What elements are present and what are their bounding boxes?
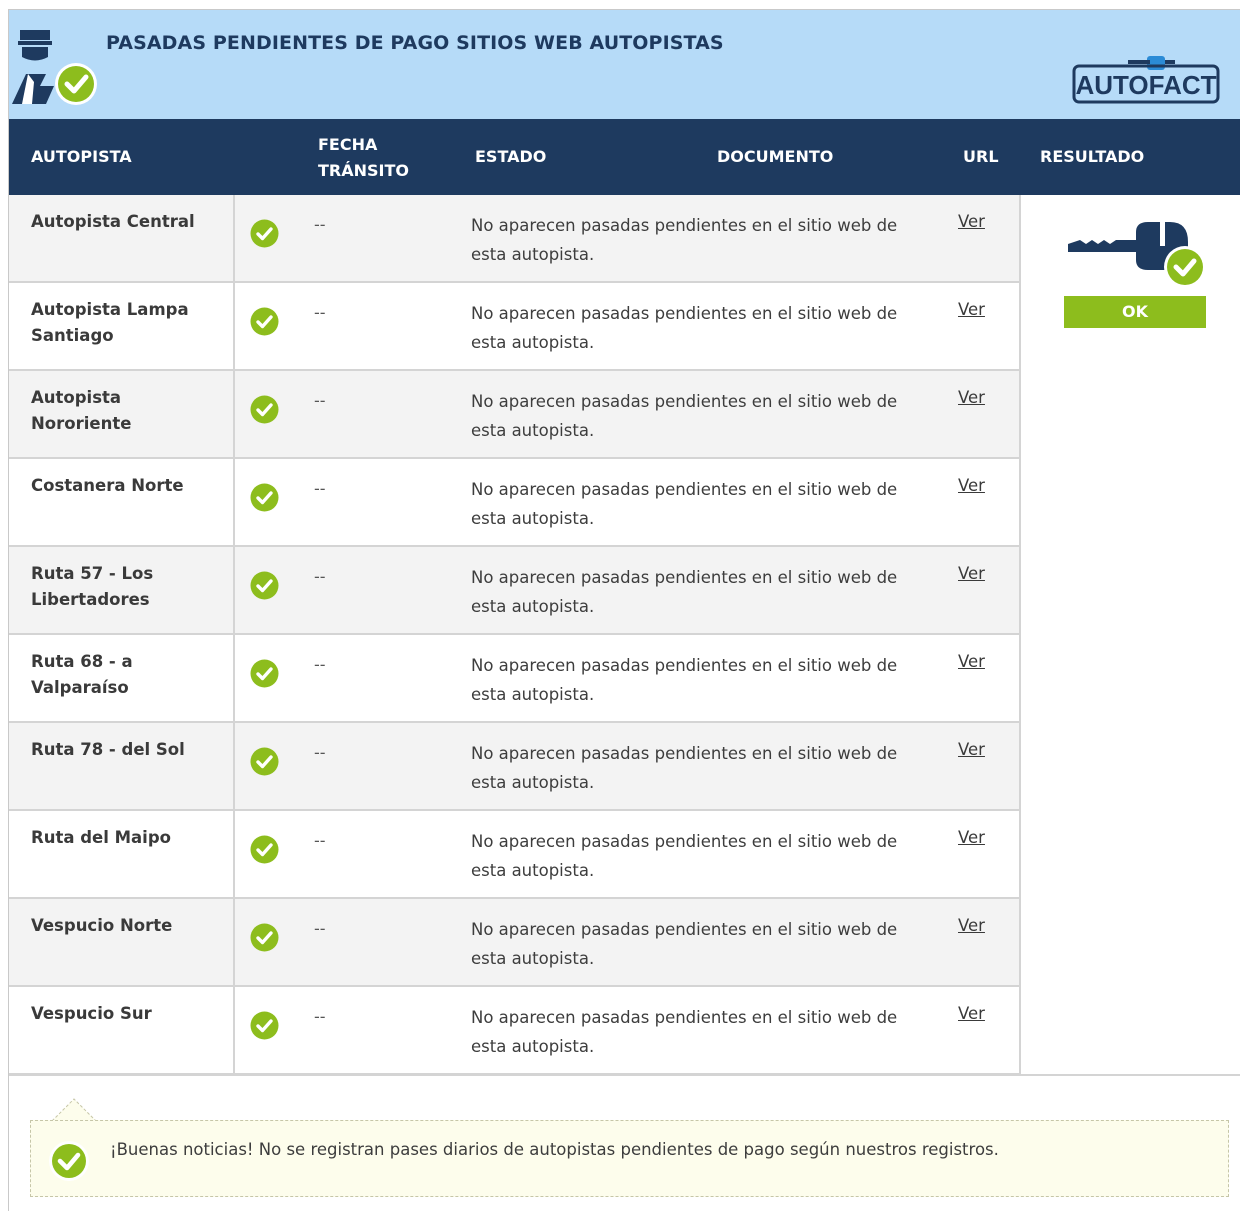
check-icon: [250, 1011, 279, 1040]
estado-text: No aparecen pasadas pendientes en el sit…: [471, 832, 898, 880]
check-icon: [250, 923, 279, 952]
check-icon: [49, 1141, 89, 1181]
fecha-transito: --: [314, 215, 326, 234]
check-icon: [250, 307, 279, 336]
autopista-name: Costanera Norte: [31, 476, 184, 495]
estado-text: No aparecen pasadas pendientes en el sit…: [471, 304, 898, 352]
ver-link[interactable]: Ver: [958, 212, 985, 231]
report-title: PASADAS PENDIENTES DE PAGO SITIOS WEB AU…: [106, 32, 724, 54]
estado-text: No aparecen pasadas pendientes en el sit…: [471, 392, 898, 440]
ver-link[interactable]: Ver: [958, 740, 985, 759]
column-documento: DOCUMENTO: [717, 147, 834, 166]
check-icon: [250, 395, 279, 424]
check-icon: [250, 219, 279, 248]
autopista-name: Autopista Lampa Santiago: [31, 300, 189, 345]
column-autopista: AUTOPISTA: [31, 147, 132, 166]
table-row: Vespucio Sur -- No aparecen pasadas pend…: [9, 987, 1020, 1075]
ver-link[interactable]: Ver: [958, 300, 985, 319]
autopista-name: Autopista Central: [31, 212, 195, 231]
autofact-logo: AUTOFACT: [1072, 56, 1220, 104]
ver-link[interactable]: Ver: [958, 916, 985, 935]
fecha-transito: --: [314, 1007, 326, 1026]
table-row: Autopista Central -- No aparecen pasadas…: [9, 195, 1020, 283]
table-row: Autopista Lampa Santiago -- No aparecen …: [9, 283, 1020, 371]
table-row: Vespucio Norte -- No aparecen pasadas pe…: [9, 899, 1020, 987]
report-header: PASADAS PENDIENTES DE PAGO SITIOS WEB AU…: [9, 10, 1240, 119]
table-row: Ruta 78 - del Sol -- No aparecen pasadas…: [9, 723, 1020, 811]
table-row: Ruta del Maipo -- No aparecen pasadas pe…: [9, 811, 1020, 899]
fecha-transito: --: [314, 831, 326, 850]
column-estado: ESTADO: [475, 147, 547, 166]
fecha-transito: --: [314, 655, 326, 674]
fecha-transito: --: [314, 479, 326, 498]
svg-text:AUTOFACT: AUTOFACT: [1075, 70, 1216, 100]
autopista-name: Ruta 68 - a Valparaíso: [31, 652, 133, 697]
fecha-transito: --: [314, 567, 326, 586]
ver-link[interactable]: Ver: [958, 564, 985, 583]
table-row: Ruta 57 - Los Libertadores -- No aparece…: [9, 547, 1020, 635]
table-row: Costanera Norte -- No aparecen pasadas p…: [9, 459, 1020, 547]
table-bottom-border: [9, 1074, 1240, 1076]
ver-link[interactable]: Ver: [958, 652, 985, 671]
estado-text: No aparecen pasadas pendientes en el sit…: [471, 744, 898, 792]
estado-text: No aparecen pasadas pendientes en el sit…: [471, 216, 898, 264]
fecha-transito: --: [314, 391, 326, 410]
autopista-name: Vespucio Sur: [31, 1004, 152, 1023]
autopista-name: Ruta 78 - del Sol: [31, 740, 185, 759]
check-icon: [250, 747, 279, 776]
autopista-name: Ruta 57 - Los Libertadores: [31, 564, 154, 609]
key-check-icon: [1068, 222, 1206, 288]
fecha-transito: --: [314, 303, 326, 322]
table-body: Autopista Central -- No aparecen pasadas…: [9, 195, 1020, 1075]
check-icon: [250, 659, 279, 688]
estado-text: No aparecen pasadas pendientes en el sit…: [471, 1008, 898, 1056]
ver-link[interactable]: Ver: [958, 388, 985, 407]
estado-text: No aparecen pasadas pendientes en el sit…: [471, 920, 898, 968]
note-text: ¡Buenas noticias! No se registran pases …: [110, 1140, 999, 1159]
table-row: Ruta 68 - a Valparaíso -- No aparecen pa…: [9, 635, 1020, 723]
fecha-transito: --: [314, 919, 326, 938]
column-resultado: RESULTADO: [1040, 147, 1145, 166]
estado-text: No aparecen pasadas pendientes en el sit…: [471, 568, 898, 616]
officer-check-icon: [12, 30, 97, 105]
note-pointer: [52, 1098, 96, 1122]
column-url: URL: [963, 147, 999, 166]
ver-link[interactable]: Ver: [958, 1004, 985, 1023]
autopista-name: Ruta del Maipo: [31, 828, 171, 847]
table-row: Autopista Nororiente -- No aparecen pasa…: [9, 371, 1020, 459]
fecha-transito: --: [314, 743, 326, 762]
table-header: AUTOPISTA FECHA TRÁNSITO ESTADO DOCUMENTO…: [9, 119, 1240, 195]
status-badge: OK: [1064, 296, 1206, 328]
ver-link[interactable]: Ver: [958, 828, 985, 847]
column-divider: [1019, 195, 1021, 1075]
ver-link[interactable]: Ver: [958, 476, 985, 495]
check-icon: [250, 835, 279, 864]
check-icon: [250, 571, 279, 600]
autopista-name: Autopista Nororiente: [31, 388, 132, 433]
estado-text: No aparecen pasadas pendientes en el sit…: [471, 480, 898, 528]
column-fecha-transito: FECHA TRÁNSITO: [318, 135, 409, 180]
autopista-name: Vespucio Norte: [31, 916, 173, 935]
estado-text: No aparecen pasadas pendientes en el sit…: [471, 656, 898, 704]
check-icon: [250, 483, 279, 512]
